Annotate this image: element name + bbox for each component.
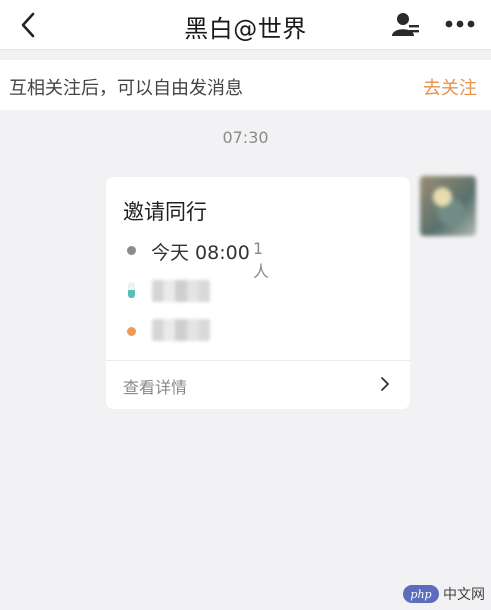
clock-dot-icon <box>127 246 136 255</box>
end-location-redacted <box>152 319 210 341</box>
departure-time: 今天 08:00 <box>151 242 250 264</box>
site-watermark: php 中文网 <box>403 584 485 604</box>
follow-notice-bar: 互相关注后，可以自由发消息 去关注 <box>0 60 491 110</box>
message-timestamp: 07:30 <box>222 128 269 147</box>
user-profile-icon[interactable] <box>392 12 420 38</box>
follow-notice-text: 互相关注后，可以自由发消息 <box>9 78 243 99</box>
avatar[interactable] <box>420 176 476 236</box>
chevron-right-icon[interactable] <box>379 375 391 393</box>
chat-screen: 黑白@世界 互相关注后，可以自由发消息 去关注 07:30 邀请同行 今天 08… <box>0 0 491 610</box>
card-divider <box>106 360 410 361</box>
top-navigation-bar: 黑白@世界 <box>0 0 491 50</box>
start-location-redacted <box>152 280 210 302</box>
passenger-count: 1人 <box>253 239 270 281</box>
start-pin-icon <box>128 282 135 298</box>
card-title: 邀请同行 <box>123 200 207 224</box>
watermark-badge: php <box>403 585 439 603</box>
invitation-card[interactable]: 邀请同行 今天 08:00 1人 查看详情 <box>106 177 410 409</box>
watermark-text: 中文网 <box>443 587 485 603</box>
view-details-link[interactable]: 查看详情 <box>123 374 187 398</box>
more-horizontal-icon[interactable] <box>444 14 476 34</box>
follow-button[interactable]: 去关注 <box>423 74 477 100</box>
end-dot-icon <box>127 327 136 336</box>
